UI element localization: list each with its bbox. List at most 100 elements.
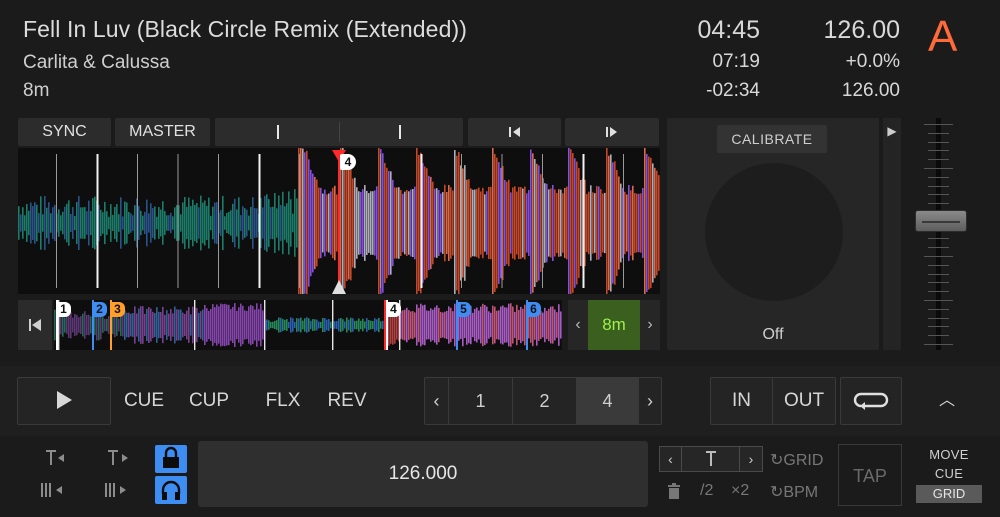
overview-graphic <box>54 300 562 350</box>
deck-letter[interactable]: A <box>928 12 957 62</box>
track-artist: Carlita & Calussa <box>23 52 170 73</box>
cue-point-line <box>92 300 94 350</box>
offset-readout: -02:34 <box>706 80 760 101</box>
grid-shift-left-icon[interactable] <box>40 481 66 503</box>
refresh-icon: ↻ <box>770 484 784 501</box>
phase-meter <box>215 118 463 146</box>
beatjump-size-prev-button[interactable]: ‹ <box>425 378 449 424</box>
jump-to-start-button[interactable] <box>18 300 52 350</box>
headphones-icon <box>161 480 181 500</box>
tempo-fader[interactable] <box>915 118 967 350</box>
cue-point-line <box>386 300 388 350</box>
skip-back-icon <box>508 127 520 137</box>
headphone-cue-button[interactable] <box>155 476 187 504</box>
grid-marker-move-icon[interactable] <box>106 449 130 471</box>
grid-shift-right-icon[interactable] <box>104 481 130 503</box>
fader-tick <box>928 264 949 266</box>
cue-point-marker[interactable]: 6 <box>526 302 541 317</box>
tempo-readout: 126.00 <box>841 80 900 101</box>
loop-in-button[interactable]: IN <box>711 378 773 424</box>
grid-marker-next-button[interactable]: › <box>740 447 762 471</box>
fader-tick <box>924 168 953 169</box>
loop-out-button[interactable]: OUT <box>773 378 835 424</box>
fader-handle[interactable] <box>915 210 967 232</box>
phase-tick <box>399 125 401 139</box>
grid-marker-prev-button[interactable]: ‹ <box>660 447 682 471</box>
tap-button[interactable]: TAP <box>838 444 902 506</box>
fader-tick <box>928 194 949 196</box>
flux-button[interactable]: FLX <box>258 377 308 425</box>
reset-grid-button[interactable]: ↻GRID <box>770 450 823 470</box>
cue-point-marker[interactable]: 1 <box>56 302 71 317</box>
delete-grid-button[interactable] <box>666 482 682 505</box>
beatjump-back-button[interactable] <box>468 118 561 146</box>
fader-tick <box>928 159 949 161</box>
track-key: 8m <box>23 80 50 101</box>
chevron-right-icon: ▶ <box>887 124 897 138</box>
refresh-icon: ↻ <box>770 452 784 469</box>
fader-tick <box>928 185 949 187</box>
cue-button[interactable]: CUE <box>118 377 170 425</box>
grid-label: GRID <box>783 452 824 469</box>
reset-bpm-button[interactable]: ↻BPM <box>770 482 818 502</box>
reverse-button[interactable]: REV <box>320 377 374 425</box>
fader-tick <box>928 150 949 152</box>
cue-point-line <box>456 300 458 350</box>
fader-tick <box>928 132 949 134</box>
double-bpm-button[interactable]: ×2 <box>731 482 749 500</box>
beatjump-size-option[interactable]: 2 <box>513 378 577 424</box>
stripe-waveform[interactable]: 4 <box>18 148 660 294</box>
waveform-cue-flag[interactable]: 4 <box>340 154 356 170</box>
fader-tick <box>928 141 949 143</box>
track-overview[interactable]: 123456 <box>54 300 562 350</box>
beatjump-forward-button[interactable] <box>565 118 659 146</box>
jog-platter[interactable] <box>705 163 843 301</box>
cue-point-marker[interactable]: 4 <box>386 302 401 317</box>
fader-tick <box>928 335 949 337</box>
platter-panel: CALIBRATE Off <box>667 118 879 350</box>
fader-tick <box>928 273 949 275</box>
fader-tick <box>928 317 949 319</box>
beatjump-size-option-selected[interactable]: 4 <box>577 378 639 424</box>
bpm-input[interactable]: 126.000 <box>198 441 648 507</box>
fader-tick <box>924 344 953 345</box>
fader-tick <box>928 326 949 328</box>
grid-marker-button[interactable] <box>682 447 740 471</box>
fader-tick <box>928 238 949 240</box>
cue-point-marker[interactable]: 2 <box>92 302 107 317</box>
fader-tick <box>928 247 949 249</box>
move-label-line: MOVE <box>929 447 969 462</box>
cue-point-line <box>526 300 528 350</box>
halve-bpm-button[interactable]: /2 <box>700 482 713 500</box>
play-icon <box>56 391 72 410</box>
fader-tick <box>924 124 953 125</box>
panel-expand-button[interactable]: ▶ <box>883 118 901 350</box>
cue-point-marker[interactable]: 5 <box>456 302 471 317</box>
play-button[interactable] <box>17 377 111 425</box>
grid-marker-icon <box>705 451 716 466</box>
collapse-button[interactable]: ︿ <box>922 377 972 425</box>
calibrate-button[interactable]: CALIBRATE <box>717 125 827 153</box>
phase-tick <box>277 125 279 139</box>
platter-state-label: Off <box>762 326 784 343</box>
sync-button[interactable]: SYNC <box>18 118 111 146</box>
loop-active-button[interactable] <box>840 377 902 425</box>
beatjump-size-next-button[interactable]: › <box>639 378 661 424</box>
cup-button[interactable]: CUP <box>182 377 236 425</box>
move-mode-label: MOVE CUE <box>916 445 982 483</box>
move-grid-button[interactable]: GRID <box>916 485 982 503</box>
lock-button[interactable] <box>155 445 187 473</box>
deck-a: Fell In Luv (Black Circle Remix (Extende… <box>0 0 1000 517</box>
grid-marker-nav: ‹ › <box>659 446 763 472</box>
master-button[interactable]: MASTER <box>115 118 210 146</box>
loop-size-decrease-button[interactable]: ‹ <box>568 300 588 350</box>
overview-bars <box>54 303 562 347</box>
loop-size-value[interactable]: 8m <box>588 300 640 350</box>
beatjump-size-option[interactable]: 1 <box>449 378 513 424</box>
cue-point-marker[interactable]: 3 <box>110 302 125 317</box>
skip-to-start-icon <box>29 319 41 331</box>
fader-tick <box>928 176 949 178</box>
time-readout[interactable]: 04:45 <box>697 16 760 45</box>
grid-marker-set-icon[interactable] <box>42 449 66 471</box>
loop-size-increase-button[interactable]: › <box>640 300 660 350</box>
